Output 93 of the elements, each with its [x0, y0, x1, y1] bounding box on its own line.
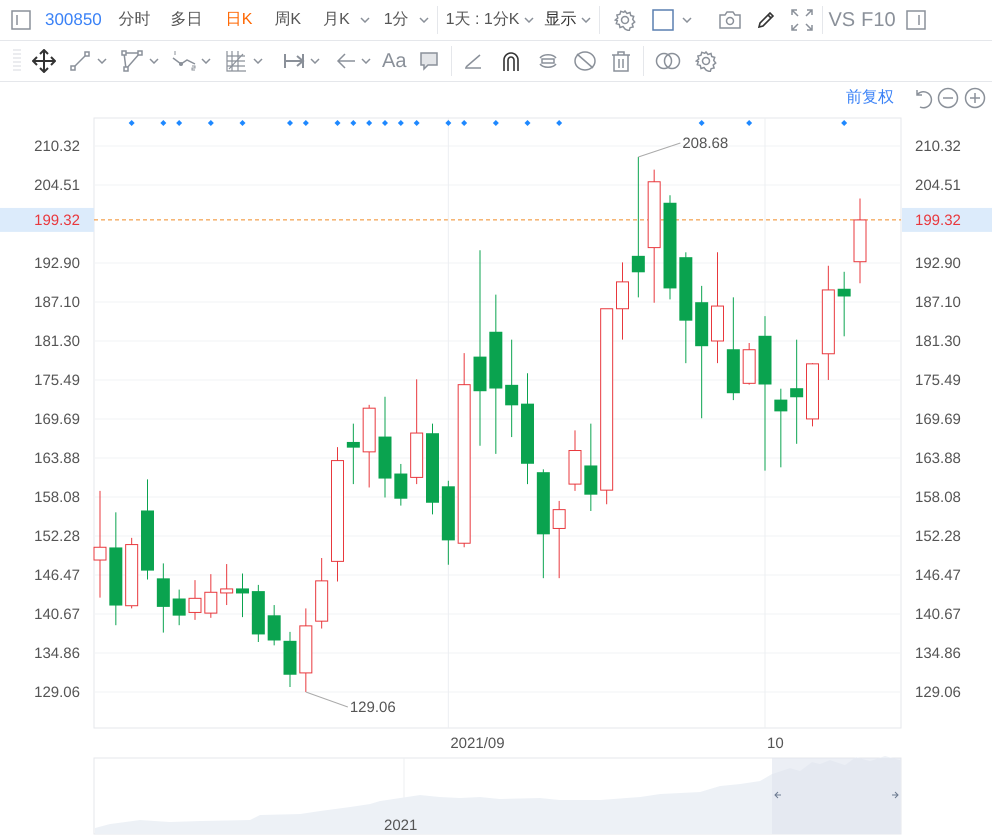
- candlestick: [394, 463, 408, 506]
- y-axis-label: 204.51: [915, 177, 961, 194]
- y-axis-label: 134.86: [915, 645, 961, 662]
- polygon-icon[interactable]: [121, 50, 143, 72]
- y-axis-label: 210.32: [915, 138, 961, 156]
- y-axis-label: 129.06: [34, 684, 80, 701]
- panel-icon[interactable]: [11, 10, 31, 30]
- period-tab[interactable]: 分时: [118, 8, 151, 32]
- y-axis-label: 146.47: [915, 567, 961, 584]
- overlap-circles-icon[interactable]: [655, 52, 682, 70]
- caret-icon[interactable]: [149, 58, 159, 64]
- y-axis-label: 152.28: [915, 528, 961, 545]
- y-axis-label: 181.30: [34, 333, 80, 350]
- move-icon[interactable]: [32, 49, 56, 73]
- y-axis-label: 187.10: [34, 294, 80, 312]
- caret-icon[interactable]: [253, 58, 263, 64]
- y-axis-label: 192.90: [34, 255, 80, 272]
- chart-grid-icon[interactable]: [225, 50, 247, 72]
- polyline-icon[interactable]: [171, 50, 197, 72]
- candlestick: [838, 271, 851, 337]
- measure-icon[interactable]: [283, 51, 305, 71]
- caret-icon[interactable]: [524, 17, 534, 23]
- candlestick: [204, 574, 218, 618]
- caret-icon[interactable]: [360, 17, 370, 23]
- y-axis-label: 175.49: [34, 372, 80, 390]
- price-label: 208.68: [682, 135, 728, 152]
- caret-icon[interactable]: [581, 17, 592, 23]
- candlestick: [156, 562, 170, 634]
- y-axis-label: 169.69: [34, 411, 80, 428]
- stock-code[interactable]: 300850: [45, 7, 102, 33]
- y-axis-label: 210.32: [34, 138, 80, 156]
- ref-line-label: 199.32: [34, 212, 80, 229]
- candlestick: [236, 572, 249, 618]
- y-axis-label: 163.88: [915, 450, 961, 468]
- y-axis-label: 163.88: [34, 450, 80, 468]
- y-axis-label: 175.49: [915, 372, 961, 390]
- y-axis-label: 199.32: [915, 212, 961, 229]
- y-axis-label: 158.08: [34, 489, 80, 506]
- adjustment-link[interactable]: 前复权: [846, 86, 894, 110]
- period-tab[interactable]: 多日: [170, 8, 203, 32]
- comment-icon[interactable]: [419, 51, 440, 71]
- y-axis-label: 140.67: [915, 606, 961, 623]
- panel-icon[interactable]: [906, 10, 926, 30]
- leader-line: [638, 142, 681, 158]
- camera-icon[interactable]: [718, 10, 742, 30]
- caret-icon[interactable]: [361, 58, 371, 64]
- dropdown-menu[interactable]: 显示: [544, 8, 576, 32]
- candlestick: [125, 537, 138, 609]
- caret-icon[interactable]: [682, 17, 692, 23]
- candlestick: [172, 589, 186, 626]
- y-axis-label: 204.51: [34, 177, 80, 194]
- candlestick: [346, 423, 360, 485]
- period-tab[interactable]: 周K: [274, 8, 302, 32]
- arrow-left-icon[interactable]: [336, 51, 356, 71]
- arrow-left-icon[interactable]: [774, 792, 782, 798]
- settings-icon[interactable]: [695, 50, 718, 72]
- price-label: 129.06: [350, 698, 396, 716]
- y-axis-label: 158.08: [915, 489, 961, 506]
- y-axis-label: 181.30: [915, 333, 961, 350]
- y-axis-label: 129.06: [915, 684, 961, 701]
- pencil-icon[interactable]: [756, 10, 776, 30]
- dropdown-menu[interactable]: 1天 : 1分K: [446, 8, 520, 32]
- y-axis-label: 152.28: [34, 528, 80, 545]
- caret-icon[interactable]: [310, 58, 320, 64]
- year-label: 2021: [384, 817, 418, 834]
- x-axis-label: 10: [767, 735, 784, 752]
- candlestick: [284, 631, 296, 688]
- y-axis-label: 134.86: [34, 645, 80, 662]
- candlestick: [742, 342, 756, 386]
- trash-icon[interactable]: [611, 50, 632, 72]
- zoom-in-icon[interactable]: [964, 87, 986, 109]
- x-axis-label: 2021/09: [450, 735, 505, 752]
- caret-icon[interactable]: [97, 58, 107, 64]
- period-tab[interactable]: 1分: [384, 8, 409, 32]
- caret-icon[interactable]: [418, 17, 429, 23]
- magnet-icon[interactable]: [501, 50, 522, 72]
- y-axis-label: 192.90: [915, 255, 961, 272]
- fullscreen-icon[interactable]: [791, 9, 814, 31]
- line-segment-icon[interactable]: [70, 51, 90, 71]
- period-tab[interactable]: 月K: [323, 8, 350, 32]
- price-tag: 199.32: [0, 208, 94, 232]
- settings-icon[interactable]: [614, 9, 636, 31]
- arrow-right-icon[interactable]: [892, 792, 899, 798]
- y-axis-label: 146.47: [34, 567, 80, 584]
- square-icon[interactable]: [652, 9, 674, 31]
- y-axis-label: 187.10: [915, 294, 961, 312]
- caret-icon[interactable]: [201, 58, 211, 64]
- leader-line: [305, 691, 348, 708]
- eye-off-icon[interactable]: [573, 50, 598, 72]
- angle-icon[interactable]: [464, 53, 482, 69]
- y-axis-label: 140.67: [34, 606, 80, 623]
- y-axis-label: 169.69: [915, 411, 961, 428]
- zoom-out-icon[interactable]: [937, 87, 959, 109]
